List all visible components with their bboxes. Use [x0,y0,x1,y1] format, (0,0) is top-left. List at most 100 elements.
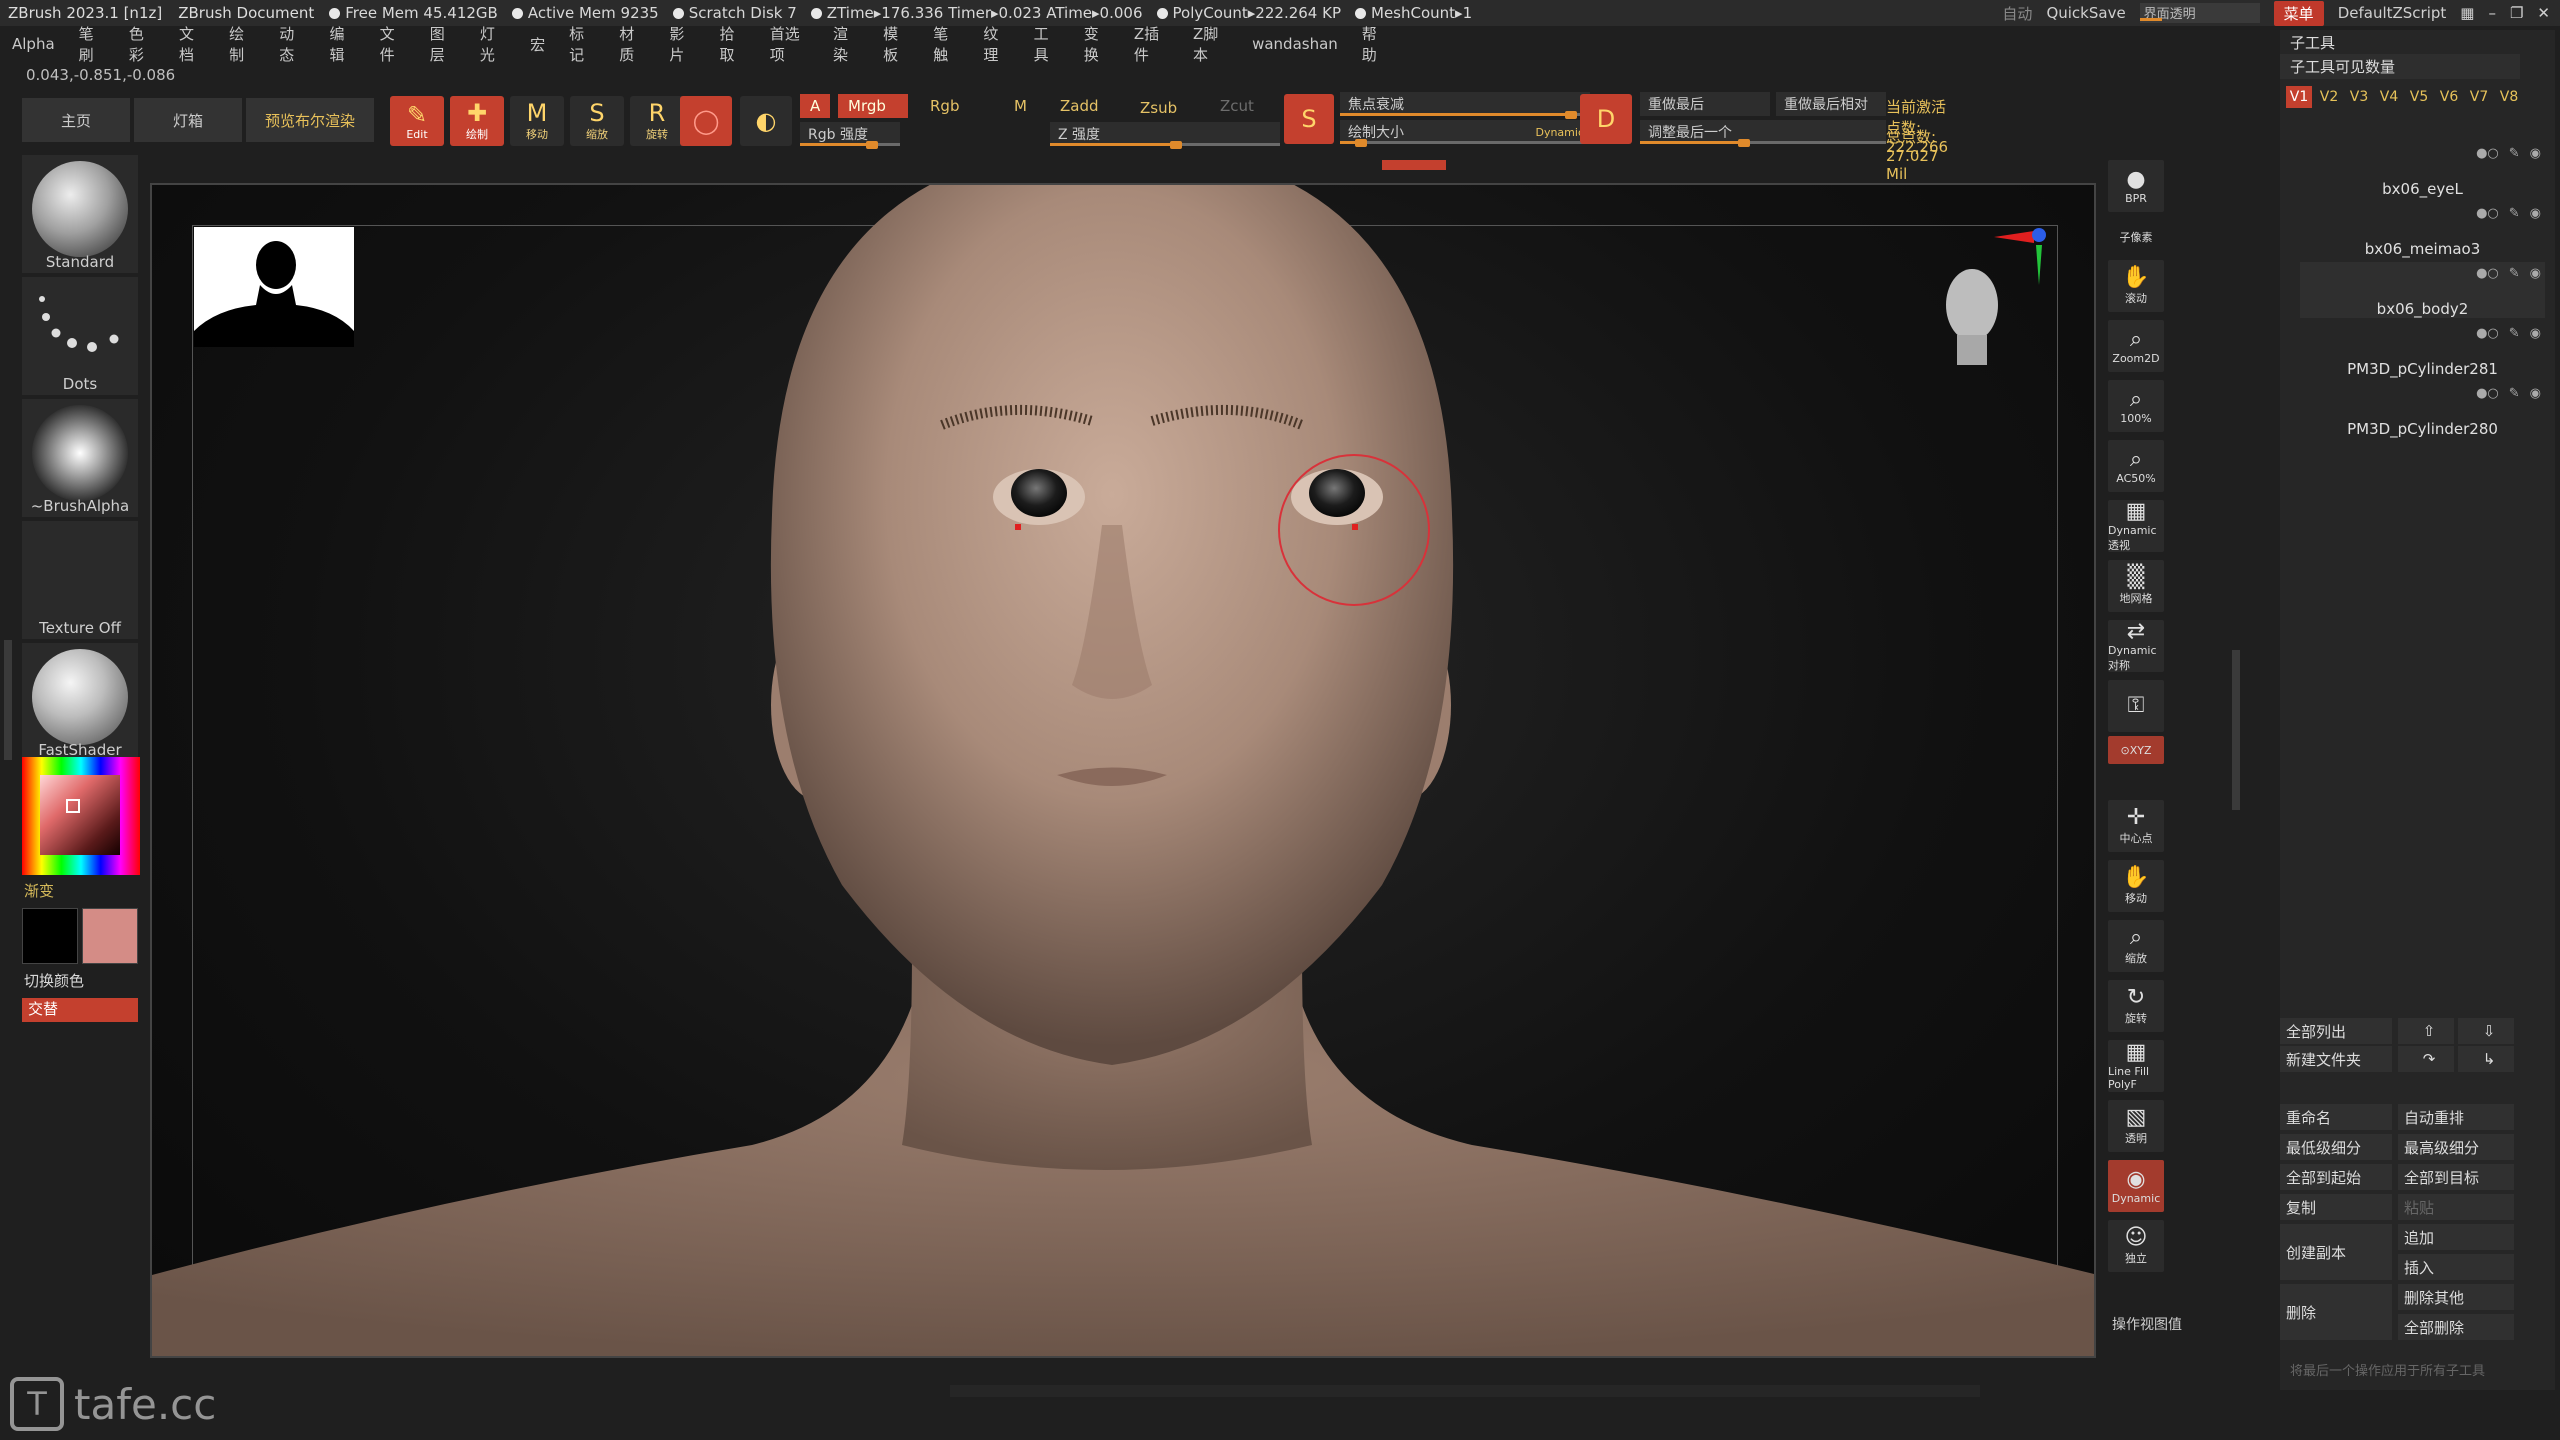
actual-size-button[interactable]: ⌕ 100% [2108,380,2164,432]
version-tab[interactable]: V2 [2316,86,2342,108]
menu-item[interactable]: 文件 [368,23,418,65]
toggle-icon[interactable]: ●○ [2476,326,2499,341]
menu-item[interactable]: 灯光 [468,23,518,65]
transparency-button[interactable]: ▧ 透明 [2108,1100,2164,1152]
all-to-start-button[interactable]: 全部到起始 [2280,1164,2392,1190]
brush-icon[interactable]: ✎ [2509,206,2520,221]
menu-item[interactable]: 帮助 [1350,23,1400,65]
layout-icon[interactable]: ▦ [2460,4,2474,22]
center-button[interactable]: ✛ 中心点 [2108,800,2164,852]
delete-button[interactable]: 删除 [2280,1284,2392,1340]
delete-all-button[interactable]: 全部删除 [2398,1314,2514,1340]
stroke-s-button[interactable]: S [1284,94,1334,144]
alternate-button[interactable]: 交替 [22,998,138,1022]
menu-item[interactable]: 标记 [557,23,607,65]
stroke-d-button[interactable]: D [1580,94,1632,144]
menus-button[interactable]: 菜单 [2273,0,2324,26]
mode-button-edit[interactable]: ✎ Edit [390,96,444,146]
eye-icon[interactable]: ◉ [2530,326,2541,341]
subtool-item[interactable]: ●○ ✎ ◉ PM3D_pCylinder280 [2300,382,2545,438]
menu-item[interactable]: 模板 [871,23,921,65]
rgb-toggle[interactable]: Rgb [920,94,969,118]
color-square[interactable] [40,775,120,855]
auto-reorder-button[interactable]: 自动重排 [2398,1104,2514,1130]
all-to-target-button[interactable]: 全部到目标 [2398,1164,2514,1190]
menu-item[interactable]: 渲染 [821,23,871,65]
rgb-material-button[interactable]: ◯ [680,96,732,146]
version-tab[interactable]: V1 [2286,86,2312,108]
rgb-intensity-slider[interactable]: Rgb 强度 [800,122,900,149]
toggle-icon[interactable]: ●○ [2476,266,2499,281]
version-tab[interactable]: V4 [2376,86,2402,108]
replay-last-button[interactable]: 重做最后 [1640,92,1770,116]
eye-icon[interactable]: ◉ [2530,386,2541,401]
lock-button[interactable]: ⚿ [2108,680,2164,732]
zcut-toggle[interactable]: Zcut [1210,94,1264,118]
eye-icon[interactable]: ◉ [2530,146,2541,161]
restore-icon[interactable]: ❐ [2510,4,2523,22]
dynamic-label[interactable]: Dynamic [1535,126,1584,139]
folder-in-button[interactable]: ↷ [2398,1046,2454,1072]
sculptris-button[interactable]: ◐ [740,96,792,146]
menu-item[interactable]: Z脚本 [1181,23,1240,65]
toggle-icon[interactable]: ●○ [2476,206,2499,221]
version-tab[interactable]: V5 [2406,86,2432,108]
bpr-preview-tab[interactable]: 预览布尔渲染 [246,98,374,142]
menu-item[interactable]: 编辑 [317,23,367,65]
material-selector[interactable]: FastShader [22,643,138,761]
rename-button[interactable]: 重命名 [2280,1104,2392,1130]
duplicate-button[interactable]: 复制 [2280,1194,2392,1220]
menu-item[interactable]: 影片 [657,23,707,65]
polyframe-button[interactable]: ▦ Line Fill PolyF [2108,1040,2164,1092]
right-tray-scrollbar[interactable] [2232,650,2240,810]
quicksave-button[interactable]: QuickSave [2046,4,2125,22]
list-all-button[interactable]: 全部列出 [2280,1018,2392,1044]
zoom-button[interactable]: ⌕ 缩放 [2108,920,2164,972]
rotate-view-button[interactable]: ↻ 旋转 [2108,980,2164,1032]
xyz-button[interactable]: ⊙XYZ [2108,736,2164,764]
perspective-button[interactable]: ▦ Dynamic 透视 [2108,499,2164,552]
menu-item[interactable]: 纹理 [971,23,1021,65]
color-picker[interactable] [22,757,140,875]
create-copy-button[interactable]: 创建副本 [2280,1224,2392,1280]
ghost-button[interactable]: ◉ Dynamic [2108,1160,2164,1212]
bpr-button[interactable]: ● BPR [2108,160,2164,212]
stroke-selector[interactable]: Dots [22,277,138,395]
move-hand-button[interactable]: ✋ 移动 [2108,860,2164,912]
z-intensity-slider[interactable]: Z 强度 [1050,122,1280,149]
mode-button-move[interactable]: M 移动 [510,96,564,146]
adjust-last-slider[interactable]: 调整最后一个 [1640,120,1886,147]
subtool-item[interactable]: ●○ ✎ ◉ bx06_meimao3 [2300,202,2545,258]
switch-color-label[interactable]: 切换颜色 [24,970,84,991]
close-icon[interactable]: ✕ [2537,4,2550,22]
menu-item[interactable]: 图层 [418,23,468,65]
subtool-item[interactable]: ●○ ✎ ◉ PM3D_pCylinder281 [2300,322,2545,378]
menu-item[interactable]: 宏 [518,34,557,55]
symmetry-button[interactable]: ⇄ Dynamic 对称 [2108,619,2164,672]
toggle-icon[interactable]: ●○ [2476,146,2499,161]
insert-button[interactable]: 插入 [2398,1254,2514,1280]
menu-item[interactable]: 笔刷 [67,23,117,65]
brush-icon[interactable]: ✎ [2509,386,2520,401]
mode-button-scale[interactable]: S 缩放 [570,96,624,146]
menu-item[interactable]: 材质 [607,23,657,65]
menu-item[interactable]: 拾取 [708,23,758,65]
zoom2d-button[interactable]: ⌕ Zoom2D [2108,320,2164,372]
a-toggle[interactable]: A [800,94,831,118]
secondary-color-swatch[interactable] [82,908,138,964]
solo-button[interactable]: ☺ 独立 [2108,1220,2164,1272]
menu-item[interactable]: 动态 [267,23,317,65]
highest-subdiv-button[interactable]: 最高级细分 [2398,1134,2514,1160]
lightbox-tab[interactable]: 灯箱 [134,98,242,142]
zsub-toggle[interactable]: Zsub [1130,96,1187,120]
menu-item[interactable]: Alpha [0,35,67,53]
append-button[interactable]: 追加 [2398,1224,2514,1250]
focal-shift-slider[interactable]: 焦点衰减 [1340,92,1590,119]
brush-selector[interactable]: Standard [22,155,138,273]
lowest-subdiv-button[interactable]: 最低级细分 [2280,1134,2392,1160]
mrgb-toggle[interactable]: Mrgb [838,94,908,118]
mode-button-draw[interactable]: ✚ 绘制 [450,96,504,146]
move-up-button[interactable]: ⇧ [2398,1018,2454,1044]
paste-button[interactable]: 粘贴 [2398,1194,2514,1220]
menu-item[interactable]: 文档 [167,23,217,65]
